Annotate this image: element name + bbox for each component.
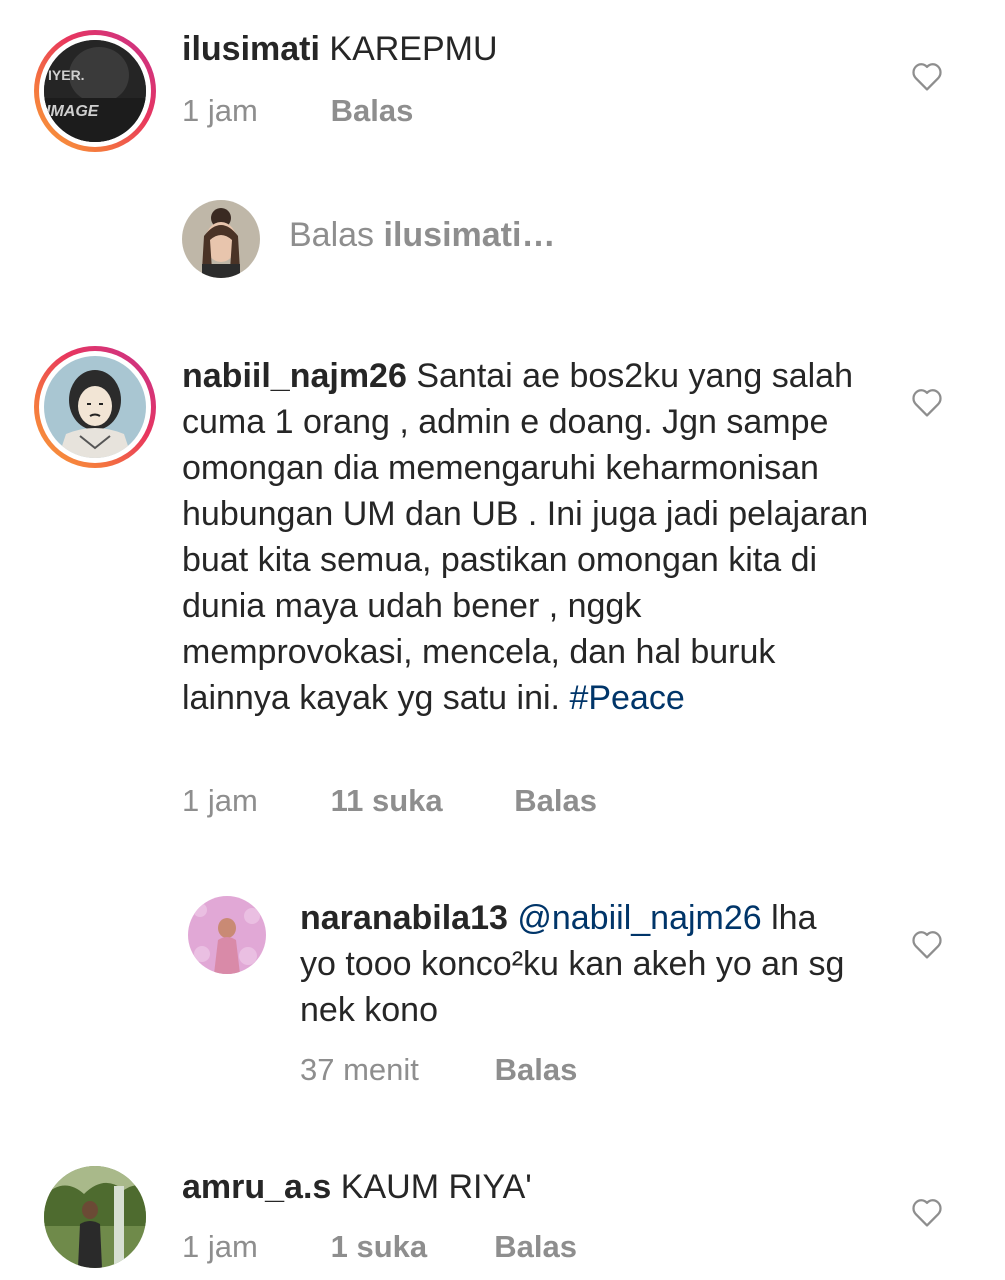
avatar-image: [44, 356, 146, 458]
reply-prompt-username: ilusimati…: [383, 216, 556, 254]
avatar-image: IYER. IMAGE: [44, 40, 146, 142]
avatar-image: [188, 896, 266, 974]
avatar[interactable]: [44, 1166, 146, 1268]
comment-username[interactable]: ilusimati: [182, 30, 320, 68]
heart-outline-icon[interactable]: [910, 1196, 944, 1228]
comment-username[interactable]: amru_a.s: [182, 1168, 331, 1206]
mention-link[interactable]: @nabiil_najm26: [517, 899, 761, 937]
svg-text:IYER.: IYER.: [48, 67, 85, 83]
comment-text: nabiil_najm26 Santai ae bos2ku yang sala…: [182, 353, 872, 721]
heart-outline-icon[interactable]: [910, 386, 944, 418]
comment-text: amru_a.s KAUM RIYA': [182, 1164, 862, 1210]
current-user-avatar: [182, 200, 260, 278]
heart-outline-icon[interactable]: [910, 928, 944, 960]
likes-count[interactable]: 11 suka: [331, 783, 506, 819]
reply-button[interactable]: Balas: [514, 783, 597, 819]
comment-meta: 1 jam Balas: [182, 93, 413, 129]
reply-prompt-prefix: Balas: [289, 216, 375, 254]
comment-username[interactable]: nabiil_najm26: [182, 357, 407, 395]
avatar-image: [44, 1166, 146, 1268]
comment-time: 1 jam: [182, 783, 258, 818]
avatar[interactable]: IYER. IMAGE: [44, 40, 146, 142]
comment-body: KAUM RIYA': [340, 1168, 532, 1206]
avatar-image: [182, 200, 260, 278]
reply-button[interactable]: Balas: [494, 1229, 577, 1265]
comment-time: 1 jam: [182, 1229, 258, 1264]
comment-meta: 37 menit Balas: [300, 1052, 577, 1088]
comment-meta: 1 jam 11 suka Balas: [182, 783, 597, 819]
likes-count[interactable]: 1 suka: [331, 1229, 486, 1265]
reply-button[interactable]: Balas: [495, 1052, 578, 1088]
avatar[interactable]: [188, 896, 266, 974]
comment-time: 37 menit: [300, 1052, 419, 1087]
reply-button[interactable]: Balas: [331, 93, 414, 129]
heart-outline-icon[interactable]: [910, 60, 944, 92]
comment-body: Santai ae bos2ku yang salah cuma 1 orang…: [182, 357, 869, 717]
comment-meta: 1 jam 1 suka Balas: [182, 1229, 577, 1265]
reply-prompt[interactable]: Balas ilusimati…: [289, 216, 555, 255]
comment-body: KAREPMU: [329, 30, 498, 68]
comment-username[interactable]: naranabila13: [300, 899, 508, 937]
hashtag-link[interactable]: #Peace: [569, 679, 684, 717]
comment-text: naranabila13 @nabiil_najm26 lha yo tooo …: [300, 895, 860, 1033]
avatar[interactable]: [44, 356, 146, 458]
comment-time: 1 jam: [182, 93, 258, 128]
comment-text: ilusimati KAREPMU: [182, 26, 862, 72]
svg-text:IMAGE: IMAGE: [46, 103, 100, 120]
